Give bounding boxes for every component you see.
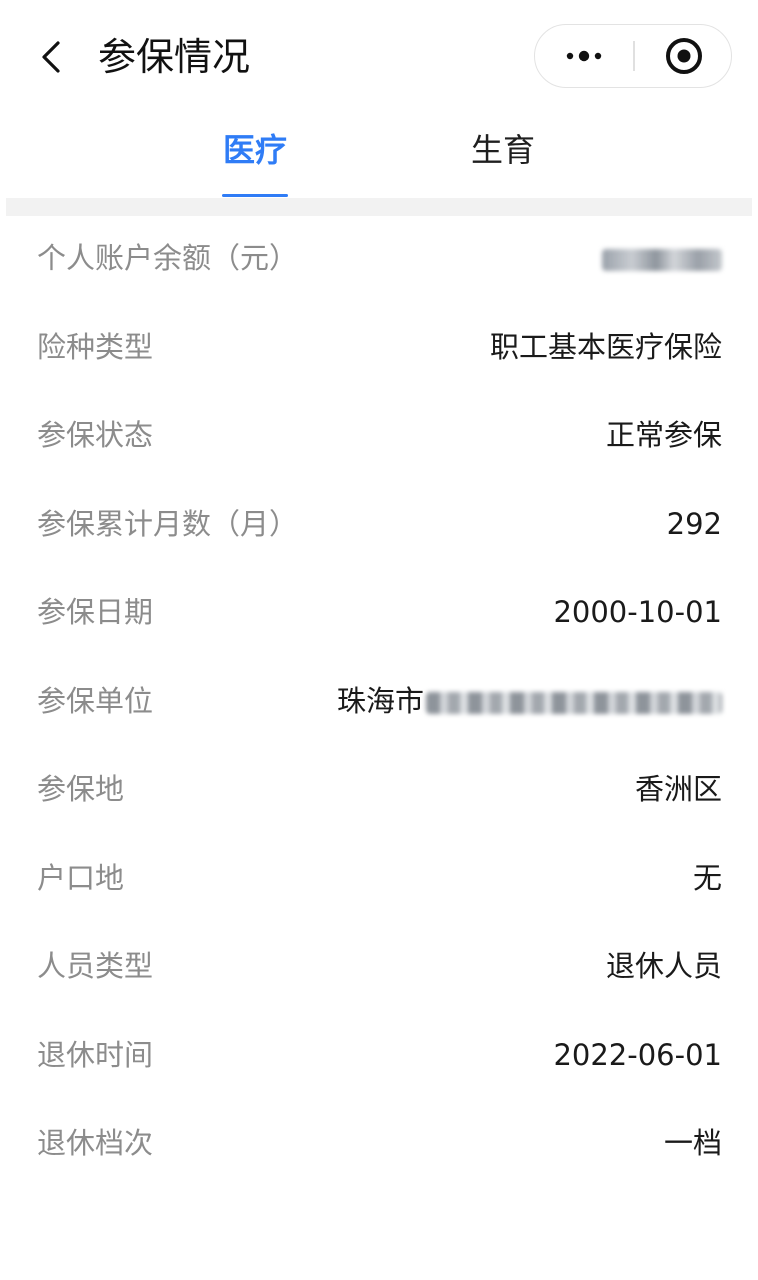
- list-item-retirement-grade: 退休档次 一档: [0, 1101, 758, 1190]
- row-label: 参保累计月数（月）: [37, 506, 299, 541]
- row-value: 一档: [663, 1126, 722, 1160]
- row-value: 退休人员: [605, 949, 722, 983]
- back-chevron-icon: [30, 34, 76, 80]
- navigation-bar: 参保情况: [0, 0, 758, 118]
- row-label: 参保日期: [37, 595, 154, 629]
- row-value: 2022-06-01: [553, 1037, 722, 1072]
- tab-maternity[interactable]: 生育: [453, 130, 553, 198]
- close-target-icon: [635, 25, 731, 87]
- row-value: 无: [692, 860, 722, 895]
- row-label: 参保单位: [37, 683, 154, 718]
- row-value: 2000-10-01: [553, 595, 722, 629]
- row-value: 珠海市: [337, 681, 722, 721]
- list-item-retirement-date: 退休时间 2022-06-01: [0, 1013, 758, 1102]
- list-item-insurance-status: 参保状态 正常参保: [0, 393, 758, 482]
- row-value: 职工基本医疗保险: [489, 329, 722, 364]
- row-label: 参保地: [37, 772, 125, 806]
- row-value: [602, 238, 722, 278]
- row-label: 户口地: [37, 860, 125, 895]
- row-label: 人员类型: [37, 949, 154, 983]
- more-dots-icon: [535, 25, 633, 87]
- active-tab-indicator: [222, 194, 288, 197]
- redacted-employer: [426, 691, 722, 714]
- close-button[interactable]: [635, 25, 731, 87]
- mini-program-capsule: [534, 24, 732, 88]
- employer-city: 珠海市: [336, 683, 424, 718]
- insurance-info-list: 个人账户余额（元） 险种类型 职工基本医疗保险 参保状态 正常参保 参保累计月数…: [0, 216, 758, 1190]
- list-item-insurance-type: 险种类型 职工基本医疗保险: [0, 305, 758, 394]
- row-label: 退休档次: [37, 1126, 154, 1160]
- tab-medical[interactable]: 医疗: [205, 130, 305, 198]
- row-label: 险种类型: [37, 329, 154, 364]
- row-value: 正常参保: [605, 418, 722, 452]
- list-item-insured-location: 参保地 香洲区: [0, 747, 758, 836]
- row-value: 292: [666, 506, 722, 541]
- redacted-balance: [602, 249, 722, 271]
- section-divider: [6, 198, 752, 216]
- row-label: 个人账户余额（元）: [37, 241, 299, 275]
- row-label: 参保状态: [37, 418, 154, 452]
- list-item-insured-date: 参保日期 2000-10-01: [0, 570, 758, 659]
- more-button[interactable]: [535, 25, 633, 87]
- list-item-employer: 参保单位 珠海市: [0, 659, 758, 748]
- list-item-total-months: 参保累计月数（月） 292: [0, 482, 758, 571]
- row-label: 退休时间: [37, 1037, 154, 1072]
- list-item-household-registration: 户口地 无: [0, 836, 758, 925]
- row-value: 香洲区: [634, 772, 722, 806]
- back-button[interactable]: [30, 34, 76, 80]
- list-item-account-balance: 个人账户余额（元）: [0, 216, 758, 305]
- tab-bar: 医疗 生育: [0, 118, 758, 198]
- page-title: 参保情况: [98, 35, 251, 79]
- list-item-person-type: 人员类型 退休人员: [0, 924, 758, 1013]
